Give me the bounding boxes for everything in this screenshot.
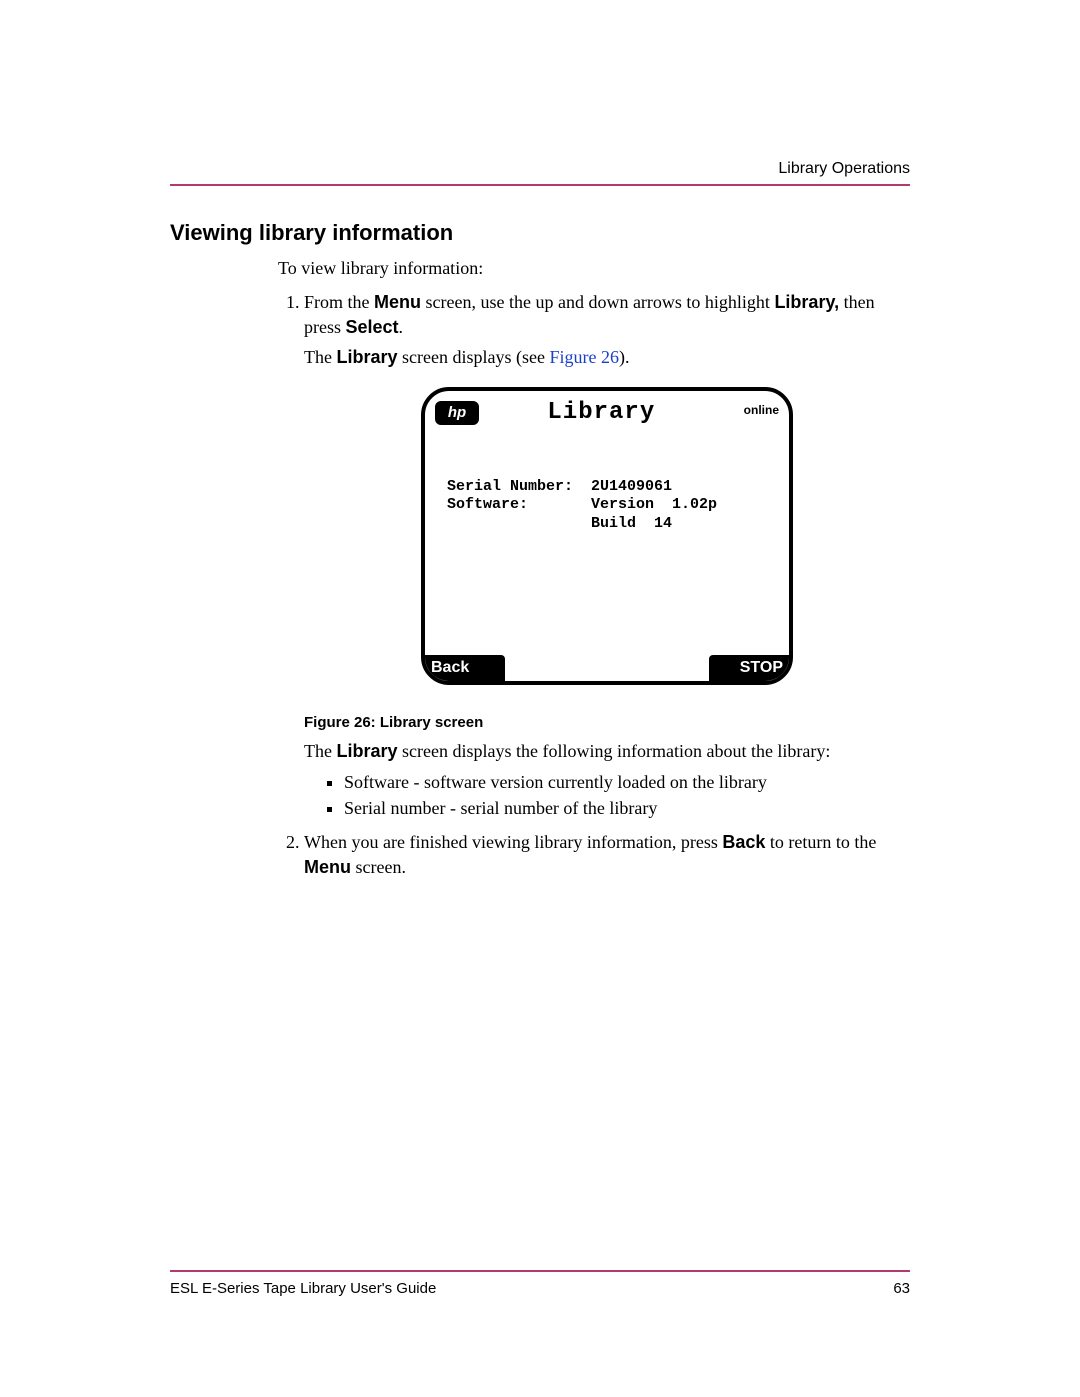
info-bullet-list: Software - software version currently lo… — [304, 770, 910, 821]
stop-button[interactable]: STOP — [709, 655, 789, 682]
figure-26-link[interactable]: Figure 26 — [549, 347, 619, 367]
after-figure-text: The Library screen displays the followin… — [304, 739, 910, 763]
footer-rule — [170, 1270, 910, 1272]
page-footer: ESL E-Series Tape Library User's Guide 6… — [170, 1270, 910, 1297]
panel-title: Library — [459, 397, 744, 429]
panel-body: Serial Number: 2U1409061 Software: Versi… — [425, 430, 789, 534]
footer-doc-title: ESL E-Series Tape Library User's Guide — [170, 1280, 436, 1297]
bullet-software: Software - software version currently lo… — [344, 770, 910, 794]
running-head: Library Operations — [170, 160, 910, 178]
figure-caption: Figure 26: Library screen — [304, 713, 910, 733]
select-label: Select — [346, 317, 399, 337]
step1-text-b: screen, use the up and down arrows to hi… — [421, 292, 774, 312]
section-heading: Viewing library information — [170, 220, 910, 246]
body-content: To view library information: From the Me… — [278, 256, 910, 879]
step1-text-d: . — [399, 317, 404, 337]
figure-26: hp Library online Serial Number: 2U14090… — [304, 387, 910, 685]
back-button[interactable]: Back — [425, 655, 505, 682]
footer-page-number: 63 — [893, 1280, 910, 1297]
library-screen-panel: hp Library online Serial Number: 2U14090… — [421, 387, 793, 685]
document-page: Library Operations Viewing library infor… — [0, 0, 1080, 1397]
library-label: Library, — [774, 292, 839, 312]
header-rule — [170, 184, 910, 186]
step1-result: The Library screen displays (see Figure … — [304, 345, 910, 369]
step-2: When you are finished viewing library in… — [304, 830, 910, 879]
intro-text: To view library information: — [278, 256, 910, 280]
back-label: Back — [722, 832, 765, 852]
menu-label: Menu — [374, 292, 421, 312]
step1-text-a: From the — [304, 292, 374, 312]
menu-label-2: Menu — [304, 857, 351, 877]
panel-status: online — [744, 402, 779, 418]
bullet-serial: Serial number - serial number of the lib… — [344, 796, 910, 820]
step-1: From the Menu screen, use the up and dow… — [304, 290, 910, 820]
instruction-list: From the Menu screen, use the up and dow… — [278, 290, 910, 879]
